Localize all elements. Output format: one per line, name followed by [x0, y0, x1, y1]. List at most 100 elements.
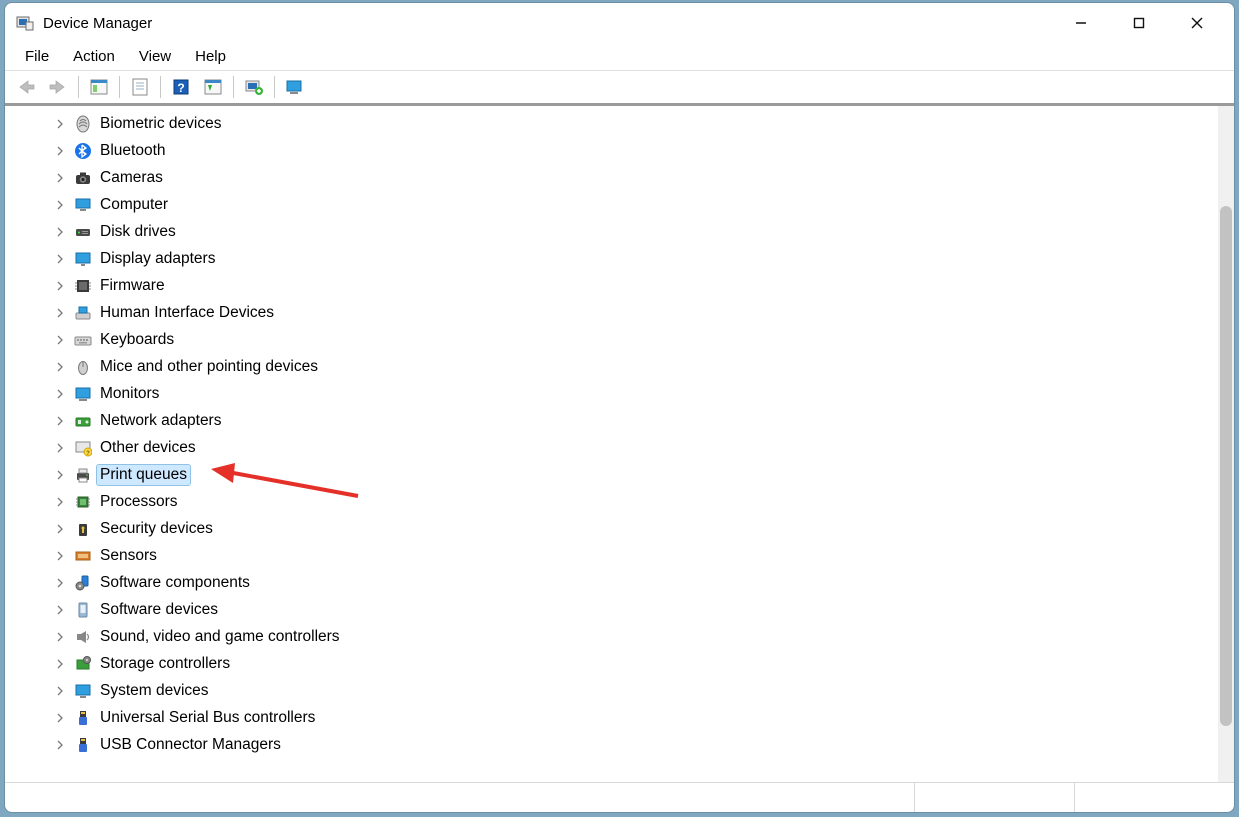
tree-item-label[interactable]: Biometric devices [97, 114, 224, 134]
chevron-right-icon[interactable] [53, 225, 67, 239]
tree-item[interactable]: Display adapters [5, 245, 1218, 272]
chevron-right-icon[interactable] [53, 576, 67, 590]
chevron-right-icon[interactable] [53, 306, 67, 320]
tree-item[interactable]: Computer [5, 191, 1218, 218]
chevron-right-icon[interactable] [53, 414, 67, 428]
chevron-right-icon[interactable] [53, 522, 67, 536]
tree-item-label[interactable]: Storage controllers [97, 654, 233, 674]
tree-item[interactable]: Mice and other pointing devices [5, 353, 1218, 380]
tree-item-label[interactable]: System devices [97, 681, 212, 701]
chevron-right-icon[interactable] [53, 171, 67, 185]
tree-item[interactable]: Processors [5, 488, 1218, 515]
tree-item[interactable]: USB Connector Managers [5, 731, 1218, 758]
hid-icon [73, 303, 93, 323]
tree-item-label[interactable]: Security devices [97, 519, 216, 539]
chevron-right-icon[interactable] [53, 738, 67, 752]
close-button[interactable] [1168, 6, 1226, 40]
chevron-right-icon[interactable] [53, 387, 67, 401]
tree-item[interactable]: Network adapters [5, 407, 1218, 434]
help-button[interactable]: ? [166, 74, 196, 100]
tree-item-label[interactable]: Computer [97, 195, 171, 215]
tree-item[interactable]: System devices [5, 677, 1218, 704]
status-cell [914, 783, 1074, 812]
device-tree[interactable]: Biometric devices Bluetooth Cameras Compute… [5, 106, 1218, 782]
tree-item[interactable]: Sound, video and game controllers [5, 623, 1218, 650]
keyboard-icon [73, 330, 93, 350]
tree-item-label[interactable]: Disk drives [97, 222, 179, 242]
tree-item[interactable]: Disk drives [5, 218, 1218, 245]
tree-item-label[interactable]: Sensors [97, 546, 160, 566]
tree-item-label[interactable]: Mice and other pointing devices [97, 357, 321, 377]
maximize-button[interactable] [1110, 6, 1168, 40]
tree-item-label[interactable]: Firmware [97, 276, 168, 296]
statusbar [5, 782, 1234, 812]
chevron-right-icon[interactable] [53, 468, 67, 482]
tree-item-label[interactable]: USB Connector Managers [97, 735, 284, 755]
minimize-button[interactable] [1052, 6, 1110, 40]
chevron-right-icon[interactable] [53, 495, 67, 509]
scrollbar-thumb[interactable] [1220, 206, 1232, 726]
menu-file[interactable]: File [13, 45, 61, 68]
bluetooth-icon [73, 141, 93, 161]
toolbar-separator [119, 76, 120, 98]
chevron-right-icon[interactable] [53, 549, 67, 563]
show-hide-console-button[interactable] [84, 74, 114, 100]
chevron-right-icon[interactable] [53, 711, 67, 725]
chevron-right-icon[interactable] [53, 117, 67, 131]
tree-item-label[interactable]: Keyboards [97, 330, 177, 350]
tree-item[interactable]: Software devices [5, 596, 1218, 623]
monitor-icon [73, 384, 93, 404]
properties-button[interactable] [125, 74, 155, 100]
tree-item[interactable]: Bluetooth [5, 137, 1218, 164]
tree-item[interactable]: Human Interface Devices [5, 299, 1218, 326]
chevron-right-icon[interactable] [53, 333, 67, 347]
chevron-right-icon[interactable] [53, 144, 67, 158]
tree-item[interactable]: Security devices [5, 515, 1218, 542]
tree-item-label[interactable]: Software components [97, 573, 253, 593]
tree-item[interactable]: Universal Serial Bus controllers [5, 704, 1218, 731]
tree-item-label[interactable]: Display adapters [97, 249, 218, 269]
tree-item[interactable]: ?Other devices [5, 434, 1218, 461]
tree-item[interactable]: Monitors [5, 380, 1218, 407]
tree-item[interactable]: Storage controllers [5, 650, 1218, 677]
tree-item[interactable]: Software components [5, 569, 1218, 596]
menu-view[interactable]: View [127, 45, 183, 68]
tree-item-label[interactable]: Network adapters [97, 411, 224, 431]
tree-item-label[interactable]: Universal Serial Bus controllers [97, 708, 318, 728]
chevron-right-icon[interactable] [53, 684, 67, 698]
nav-back-button[interactable] [11, 74, 41, 100]
chevron-right-icon[interactable] [53, 198, 67, 212]
tree-item-label[interactable]: Human Interface Devices [97, 303, 277, 323]
tree-item-label[interactable]: Print queues [97, 465, 190, 485]
vertical-scrollbar[interactable] [1218, 106, 1234, 782]
tree-item[interactable]: Cameras [5, 164, 1218, 191]
tree-item-label[interactable]: Cameras [97, 168, 166, 188]
nav-forward-button[interactable] [43, 74, 73, 100]
scan-hardware-button[interactable] [198, 74, 228, 100]
tree-item[interactable]: Biometric devices [5, 110, 1218, 137]
tree-item[interactable]: Sensors [5, 542, 1218, 569]
chevron-right-icon[interactable] [53, 360, 67, 374]
storage-icon [73, 654, 93, 674]
tree-item[interactable]: Keyboards [5, 326, 1218, 353]
menu-action[interactable]: Action [61, 45, 127, 68]
menu-help[interactable]: Help [183, 45, 238, 68]
add-hardware-button[interactable] [239, 74, 269, 100]
chevron-right-icon[interactable] [53, 252, 67, 266]
tree-item[interactable]: Firmware [5, 272, 1218, 299]
tree-item[interactable]: Print queues [5, 461, 1218, 488]
printer-icon [73, 465, 93, 485]
chevron-right-icon[interactable] [53, 603, 67, 617]
chevron-right-icon[interactable] [53, 657, 67, 671]
tree-item-label[interactable]: Processors [97, 492, 181, 512]
tree-item-label[interactable]: Software devices [97, 600, 221, 620]
tree-item-label[interactable]: Other devices [97, 438, 199, 458]
tree-item-label[interactable]: Bluetooth [97, 141, 169, 161]
tree-item-label[interactable]: Sound, video and game controllers [97, 627, 343, 647]
tree-item-label[interactable]: Monitors [97, 384, 162, 404]
scan-for-changes-button[interactable] [280, 74, 310, 100]
chevron-right-icon[interactable] [53, 441, 67, 455]
chevron-right-icon[interactable] [53, 630, 67, 644]
app-icon [15, 13, 35, 33]
chevron-right-icon[interactable] [53, 279, 67, 293]
